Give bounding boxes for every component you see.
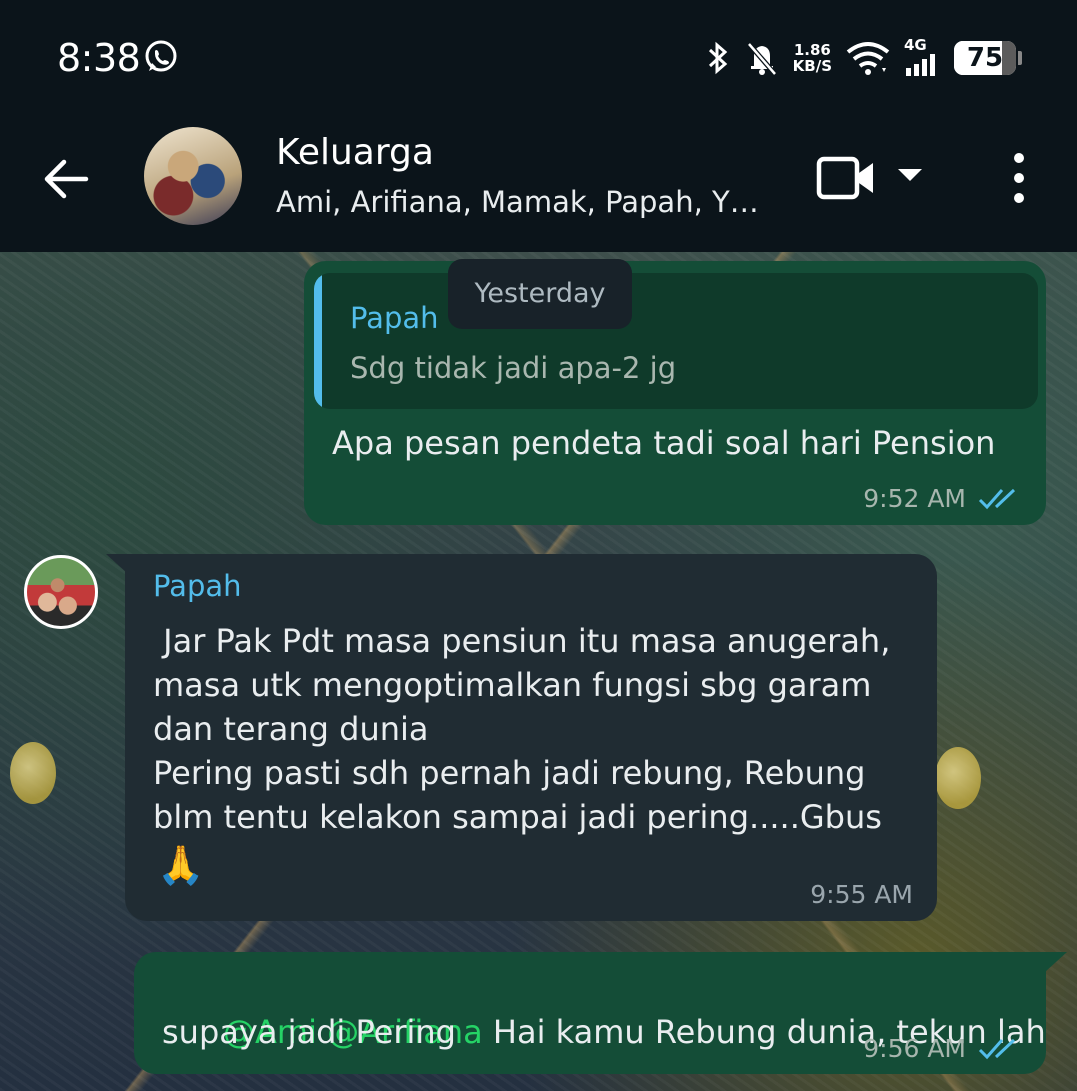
back-arrow-icon[interactable] [40, 153, 92, 205]
network-speed-unit: KB/S [792, 57, 832, 75]
outgoing-message[interactable]: Papah Sdg tidak jadi apa-2 jg Apa pesan … [304, 261, 1046, 525]
wifi-icon [846, 42, 890, 75]
bluetooth-icon [708, 41, 727, 75]
message-line: Jar Pak Pdt masa pensiun itu masa anuger… [153, 622, 891, 660]
reply-quote-bar [314, 273, 322, 409]
bubble-tail [1045, 952, 1067, 972]
message-meta: 9:56 AM [863, 1034, 1022, 1063]
message-line: Pering pasti sdh pernah jadi rebung, Reb… [153, 754, 866, 792]
network-speed: 1.86 KB/S [793, 42, 832, 74]
date-chip: Yesterday [448, 259, 632, 329]
message-sender[interactable]: Papah [153, 569, 242, 603]
chat-background[interactable]: Yesterday Papah Sdg tidak jadi apa-2 jg … [0, 252, 1077, 1091]
signal-icon: 4G [904, 36, 940, 78]
status-icons: 1.86 KB/S 4G 75 [705, 36, 1022, 78]
message-line: dan terang dunia [153, 710, 429, 748]
chat-participants[interactable]: Ami, Arifiana, Mamak, Papah, Y… [276, 185, 759, 219]
message-line: blm tentu kelakon sampai jadi pering....… [153, 798, 882, 836]
battery-nub [1018, 51, 1022, 65]
outgoing-message[interactable]: @Ami @Arifiana Hai kamu Rebung dunia, te… [134, 952, 1046, 1074]
reply-sender: Papah [350, 301, 439, 335]
battery-level: 75 [966, 43, 1004, 73]
bell-muted-icon [746, 42, 777, 76]
chat-header: Keluarga Ami, Arifiana, Mamak, Papah, Y… [0, 115, 1077, 252]
message-line: masa utk mengoptimalkan fungsi sbg garam [153, 666, 872, 704]
read-receipt-icon [978, 488, 1016, 509]
video-call-icon[interactable] [815, 153, 879, 203]
chat-title[interactable]: Keluarga [276, 132, 434, 173]
message-text: Apa pesan pendeta tadi soal hari Pension [332, 424, 996, 462]
message-meta: 9:52 AM [863, 484, 1022, 513]
message-text-line2: supaya jadi Pering [162, 1013, 456, 1051]
message-time: 9:52 AM [863, 484, 966, 513]
pray-emoji: 🙏 [157, 843, 205, 887]
group-avatar[interactable] [144, 127, 242, 225]
status-time: 8:38 [57, 36, 141, 80]
wallpaper-lamp [10, 742, 56, 804]
network-type: 4G [904, 36, 927, 54]
call-dropdown-icon[interactable] [898, 169, 922, 181]
sender-avatar[interactable] [24, 555, 98, 629]
message-meta: 9:55 AM [810, 880, 913, 909]
message-time: 9:55 AM [810, 880, 913, 909]
wallpaper-lamp [935, 747, 981, 809]
whatsapp-icon [145, 40, 177, 72]
read-receipt-icon [978, 1038, 1016, 1059]
network-speed-value: 1.86 [793, 41, 831, 59]
status-bar: 8:38 1.86 KB/S 4G 75 [0, 0, 1077, 115]
message-time: 9:56 AM [863, 1034, 966, 1063]
reply-quote[interactable]: Papah Sdg tidak jadi apa-2 jg [314, 273, 1038, 409]
more-options-icon[interactable] [1004, 151, 1034, 205]
battery-icon: 75 [954, 41, 1016, 75]
incoming-message[interactable]: Papah Jar Pak Pdt masa pensiun itu masa … [125, 554, 937, 921]
reply-text: Sdg tidak jadi apa-2 jg [350, 351, 677, 385]
